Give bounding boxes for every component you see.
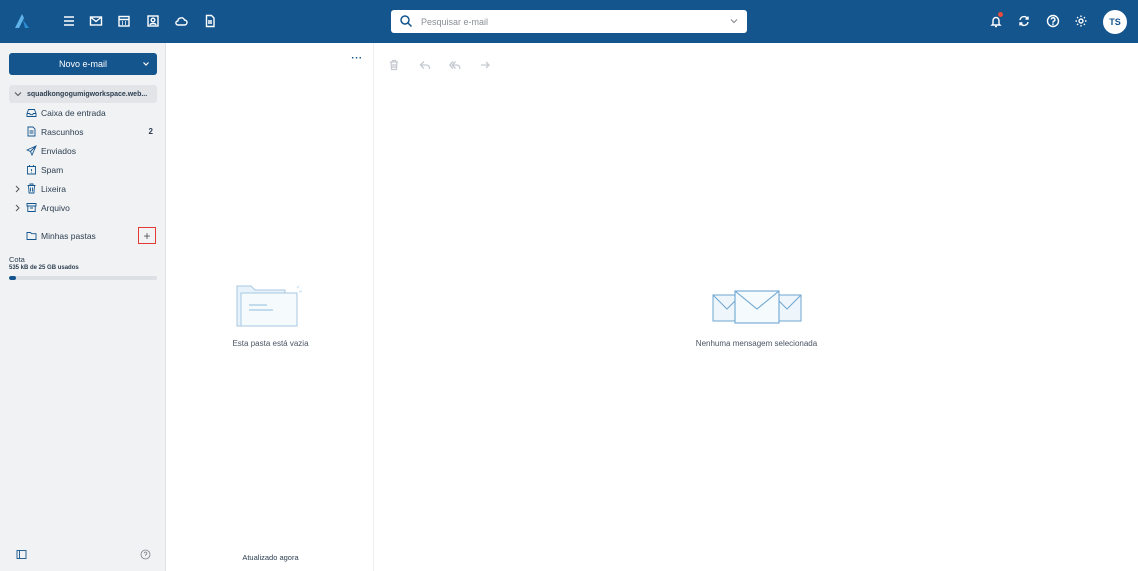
- envelopes-illustration: [712, 290, 802, 324]
- account-selector[interactable]: squadkongogumigworkspace.web...: [9, 85, 157, 103]
- folder-label: Enviados: [41, 146, 76, 156]
- bell-icon[interactable]: [988, 12, 1004, 29]
- collapse-sidebar-icon[interactable]: [16, 549, 27, 560]
- delete-icon[interactable]: [388, 58, 400, 71]
- chevron-down-icon[interactable]: [729, 16, 739, 26]
- search-input[interactable]: [421, 13, 711, 30]
- chevron-right-icon[interactable]: [14, 185, 21, 193]
- search-icon: [400, 15, 413, 28]
- folder-label: Rascunhos: [41, 127, 84, 137]
- chevron-down-icon[interactable]: [14, 90, 22, 98]
- calendar-icon[interactable]: [116, 13, 132, 29]
- folder-label: Spam: [41, 165, 64, 175]
- more-options-button[interactable]: ···: [350, 54, 364, 66]
- folder-archive[interactable]: Arquivo: [14, 199, 159, 217]
- quota-bar: [9, 276, 157, 280]
- top-bar: TS: [0, 0, 1138, 43]
- cloud-icon[interactable]: [173, 13, 189, 29]
- help-icon[interactable]: [140, 549, 151, 560]
- empty-folder-text: Esta pasta está vazia: [232, 339, 309, 348]
- my-folders-label: Minhas pastas: [41, 231, 96, 241]
- no-message-selected-text: Nenhuma mensagem selecionada: [695, 339, 818, 348]
- quota-usage: 535 kB de 25 GB usados: [9, 265, 79, 271]
- folder-label: Lixeira: [41, 184, 67, 194]
- chevron-down-icon[interactable]: [141, 59, 151, 69]
- folder-drafts[interactable]: Rascunhos 2: [14, 123, 159, 141]
- search-box[interactable]: [391, 10, 747, 33]
- archive-icon: [26, 203, 37, 212]
- sidebar: Novo e-mail squadkongogumigworkspace.web…: [0, 43, 166, 571]
- quota-bar-fill: [9, 276, 17, 280]
- app-logo-icon[interactable]: [12, 11, 32, 31]
- updated-status: Atualizado agora: [242, 553, 299, 562]
- spam-icon: [27, 165, 36, 175]
- draft-icon: [27, 126, 36, 137]
- document-icon[interactable]: [202, 13, 218, 29]
- folder-trash[interactable]: Lixeira: [14, 180, 159, 198]
- send-icon: [26, 145, 37, 156]
- sync-icon[interactable]: [1016, 13, 1032, 29]
- inbox-icon: [26, 109, 37, 117]
- empty-folder-illustration: [236, 285, 303, 327]
- avatar[interactable]: TS: [1103, 10, 1127, 34]
- message-list-pane: ··· Esta pasta está vazia Atualizado ago…: [167, 43, 374, 571]
- notification-dot: [998, 12, 1003, 17]
- unread-count: 2: [148, 127, 153, 136]
- trash-icon: [27, 183, 36, 194]
- folder-spam[interactable]: Spam: [14, 161, 159, 179]
- reading-pane: Nenhuma mensagem selecionada: [375, 43, 1138, 571]
- plus-icon: +: [143, 228, 151, 243]
- help-icon[interactable]: [1045, 13, 1061, 29]
- menu-icon[interactable]: [61, 13, 77, 29]
- settings-icon[interactable]: [1073, 13, 1089, 29]
- quota-label: Cota: [9, 255, 25, 264]
- chevron-right-icon[interactable]: [14, 204, 21, 212]
- account-label: squadkongogumigworkspace.web...: [27, 90, 148, 98]
- reply-icon[interactable]: [419, 58, 431, 70]
- new-mail-label: Novo e-mail: [58, 59, 107, 69]
- folder-label: Caixa de entrada: [41, 108, 106, 118]
- folder-label: Arquivo: [41, 203, 70, 213]
- forward-icon[interactable]: [479, 58, 491, 70]
- new-mail-button[interactable]: Novo e-mail: [9, 53, 157, 75]
- folder-icon: [26, 232, 37, 240]
- add-folder-button[interactable]: +: [138, 227, 156, 244]
- mail-icon[interactable]: [88, 13, 104, 29]
- folder-inbox[interactable]: Caixa de entrada: [14, 104, 159, 122]
- reply-all-icon[interactable]: [448, 58, 461, 70]
- contacts-icon[interactable]: [145, 13, 161, 29]
- folder-sent[interactable]: Enviados: [14, 142, 159, 160]
